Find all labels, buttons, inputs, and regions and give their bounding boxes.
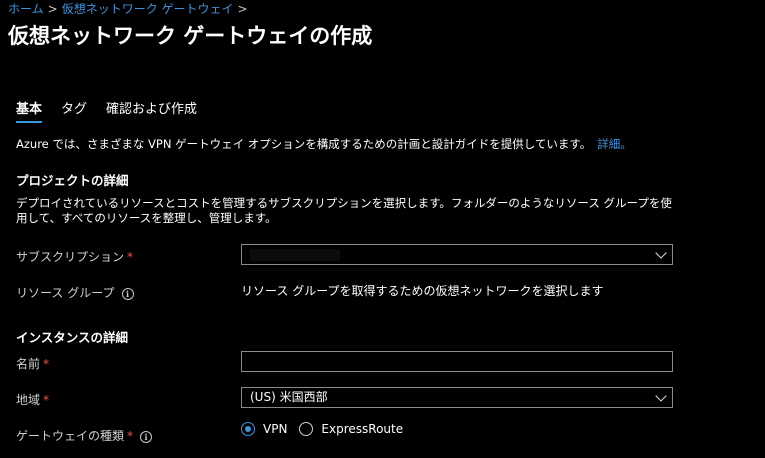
learn-more-link[interactable]: 詳細。 (597, 137, 632, 151)
breadcrumb-separator: > (47, 2, 58, 16)
tab-review-create[interactable]: 確認および作成 (106, 98, 197, 120)
info-icon[interactable]: i (121, 287, 134, 300)
tab-basics[interactable]: 基本 (16, 98, 43, 123)
gateway-type-label: ゲートウェイの種類 * i (16, 427, 153, 444)
region-selected-value: (US) 米国西部 (250, 390, 328, 404)
required-mark: * (43, 357, 50, 371)
info-line: Azure では、さまざまな VPN ゲートウェイ オプションを構成するための計… (16, 136, 632, 152)
gateway-type-radio-group: VPN ExpressRoute (241, 422, 415, 436)
region-label: 地域 * (16, 391, 49, 408)
region-dropdown[interactable]: (US) 米国西部 (241, 387, 673, 408)
resource-group-label: リソース グループ i (16, 284, 134, 301)
region-label-text: 地域 (16, 393, 41, 407)
resource-group-value: リソース グループを取得するための仮想ネットワークを選択します (241, 284, 604, 298)
subscription-label: サブスクリプション * (16, 248, 133, 265)
required-mark: * (127, 429, 134, 443)
tab-tags[interactable]: タグ (61, 98, 87, 120)
gateway-type-expressroute-option[interactable]: ExpressRoute (299, 422, 403, 436)
name-input[interactable] (241, 351, 673, 372)
subscription-label-text: サブスクリプション (16, 250, 125, 264)
radio-unchecked-icon[interactable] (299, 422, 314, 436)
chevron-down-icon (655, 247, 667, 259)
tab-bar: 基本 タグ 確認および作成 (16, 98, 216, 123)
radio-checked-icon[interactable] (241, 422, 255, 436)
gateway-type-vpn-option[interactable]: VPN (241, 422, 287, 436)
page-title: 仮想ネットワーク ゲートウェイの作成 (8, 24, 373, 48)
instance-details-heading: インスタンスの詳細 (16, 330, 129, 345)
gateway-type-expressroute-label: ExpressRoute (321, 422, 404, 436)
chevron-down-icon (655, 390, 667, 402)
breadcrumb-separator-trailing: > (237, 2, 248, 16)
info-text: Azure では、さまざまな VPN ゲートウェイ オプションを構成するための計… (16, 137, 592, 151)
name-label: 名前 * (16, 355, 49, 372)
breadcrumb: ホーム > 仮想ネットワーク ゲートウェイ > (8, 0, 252, 17)
breadcrumb-home-link[interactable]: ホーム (8, 2, 44, 16)
resource-group-label-text: リソース グループ (16, 286, 115, 300)
required-mark: * (127, 250, 134, 264)
gateway-type-label-text: ゲートウェイの種類 (16, 429, 125, 443)
subscription-dropdown[interactable] (241, 244, 673, 265)
gateway-type-vpn-label: VPN (263, 422, 288, 436)
project-details-description: デプロイされているリソースとコストを管理するサブスクリプションを選択します。フォ… (16, 196, 672, 225)
project-details-heading: プロジェクトの詳細 (16, 173, 129, 188)
name-label-text: 名前 (16, 357, 41, 371)
required-mark: * (43, 393, 50, 407)
breadcrumb-parent-link[interactable]: 仮想ネットワーク ゲートウェイ (62, 2, 234, 16)
redacted-value (250, 249, 340, 261)
info-icon[interactable]: i (140, 430, 153, 443)
